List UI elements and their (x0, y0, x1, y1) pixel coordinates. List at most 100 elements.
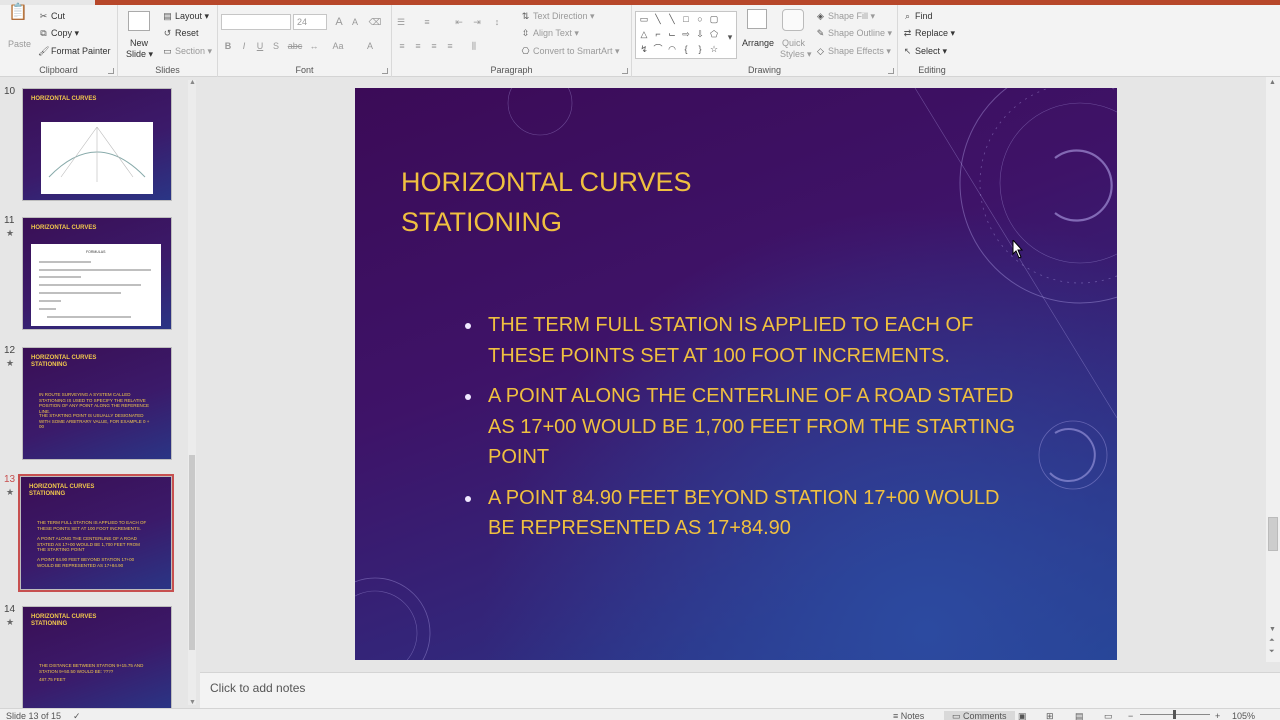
section-button[interactable]: ▭ Section ▾ (162, 45, 212, 57)
paragraph-launcher[interactable] (622, 68, 628, 74)
decrease-indent-icon[interactable]: ⇤ (452, 15, 466, 29)
clear-format-icon[interactable]: ⌫ (368, 15, 382, 29)
notes-pane[interactable]: Click to add notes (200, 672, 1280, 708)
font-color-button[interactable]: A (363, 39, 377, 53)
bold-button[interactable]: B (221, 39, 235, 53)
cut-button[interactable]: ✂ Cut (38, 10, 65, 22)
normal-view-icon[interactable]: ▣ (1018, 711, 1027, 720)
thumbnail-scrollbar-thumb[interactable] (189, 455, 195, 650)
slide-thumbnail-11[interactable]: HORIZONTAL CURVES FORMULAS (22, 217, 172, 330)
change-case-button[interactable]: Aa (328, 39, 348, 53)
font-name-input[interactable] (221, 14, 291, 30)
increase-indent-icon[interactable]: ⇥ (470, 15, 484, 29)
columns-icon[interactable]: ⫼ (467, 39, 481, 53)
quick-styles-label-2[interactable]: Styles ▾ (780, 48, 812, 60)
shadow-button[interactable]: S (269, 39, 283, 53)
line2-shape-icon[interactable]: ╲ (667, 14, 677, 24)
replace-button[interactable]: ⇄ Replace ▾ (902, 27, 955, 39)
shape-effects-button[interactable]: ◇ Shape Effects ▾ (815, 45, 891, 57)
layout-button[interactable]: ▤ Layout ▾ (162, 10, 209, 22)
slideshow-icon[interactable]: ▭ (1104, 711, 1113, 720)
paste-icon[interactable]: 📋 (8, 5, 28, 21)
more-shapes-icon[interactable]: ▾ (725, 32, 735, 42)
spell-check-icon[interactable]: ✓ (73, 711, 81, 720)
reading-view-icon[interactable]: ▤ (1075, 711, 1084, 720)
arrange-icon[interactable] (747, 9, 767, 29)
slide-canvas[interactable]: HORIZONTAL CURVES STATIONING THE TERM FU… (355, 88, 1117, 660)
underline-button[interactable]: U (253, 39, 267, 53)
zoom-level[interactable]: 105% (1232, 711, 1255, 720)
paste-button[interactable]: Paste (8, 38, 31, 50)
font-size-input[interactable]: 24 (293, 14, 327, 30)
down-arrow-shape-icon[interactable]: ⇩ (695, 29, 705, 39)
freeform-shape-icon[interactable]: ↯ (639, 44, 649, 54)
slide-vertical-scrollbar[interactable] (1266, 77, 1280, 662)
slide-thumbnail-10[interactable]: HORIZONTAL CURVES (22, 88, 172, 201)
slide-scrollbar-thumb[interactable] (1268, 517, 1278, 551)
connector-shape-icon[interactable]: ⌙ (667, 29, 677, 39)
new-slide-label-2[interactable]: Slide ▾ (126, 48, 153, 60)
pentagon-shape-icon[interactable]: ⬠ (709, 29, 719, 39)
justify-icon[interactable]: ≡ (443, 39, 457, 53)
next-slide-icon[interactable]: ⏷ (1269, 648, 1275, 656)
brace-right-shape-icon[interactable]: } (695, 44, 705, 54)
rounded-rect-shape-icon[interactable]: ▢ (709, 14, 719, 24)
copy-button[interactable]: ⧉ Copy ▾ (38, 27, 79, 39)
char-spacing-icon[interactable]: ↔ (307, 39, 321, 53)
slide-content-placeholder[interactable]: THE TERM FULL STATION IS APPLIED TO EACH… (463, 310, 1023, 554)
convert-smartart-button[interactable]: ⎔ Convert to SmartArt ▾ (520, 45, 620, 57)
strikethrough-button[interactable]: abc (285, 39, 305, 53)
slide-thumbnail-14[interactable]: HORIZONTAL CURVES STATIONING THE DISTANC… (22, 606, 172, 710)
clipboard-launcher[interactable] (108, 68, 114, 74)
line-shape-icon[interactable]: ╲ (653, 14, 663, 24)
slide-thumbnail-12[interactable]: HORIZONTAL CURVES STATIONING IN ROUTE SU… (22, 347, 172, 460)
scroll-down-icon[interactable]: ▼ (189, 699, 196, 706)
elbow-shape-icon[interactable]: ⌐ (653, 29, 663, 39)
star-shape-icon[interactable]: ☆ (709, 44, 719, 54)
new-slide-icon[interactable] (128, 11, 150, 31)
numbering-icon[interactable]: ≡ (420, 15, 434, 29)
drawing-launcher[interactable] (888, 68, 894, 74)
format-painter-button[interactable]: 🖌 Format Painter (38, 45, 111, 57)
align-left-icon[interactable]: ≡ (395, 39, 409, 53)
find-button[interactable]: ⌕ Find (902, 10, 933, 22)
line-spacing-icon[interactable]: ↕ (490, 15, 504, 29)
notes-placeholder[interactable]: Click to add notes (210, 681, 305, 695)
quick-styles-icon[interactable] (782, 9, 804, 31)
scroll-down-icon[interactable]: ▼ (1269, 626, 1276, 633)
scroll-up-icon[interactable]: ▲ (1269, 79, 1276, 86)
zoom-in-icon[interactable]: + (1215, 711, 1220, 720)
bullets-icon[interactable]: ☰ (394, 15, 408, 29)
zoom-slider-thumb[interactable] (1173, 710, 1176, 719)
shape-outline-button[interactable]: ✎ Shape Outline ▾ (815, 27, 892, 39)
align-right-icon[interactable]: ≡ (427, 39, 441, 53)
italic-button[interactable]: I (237, 39, 251, 53)
comments-toggle[interactable]: ▭ Comments (944, 711, 1015, 720)
triangle-shape-icon[interactable]: △ (639, 29, 649, 39)
select-button[interactable]: ↖ Select ▾ (902, 45, 947, 57)
arrange-button[interactable]: Arrange (742, 37, 774, 49)
grow-font-icon[interactable]: A (332, 15, 346, 29)
curve-shape-icon[interactable]: ⌒ (653, 44, 663, 54)
shrink-font-icon[interactable]: A (348, 15, 362, 29)
reset-button[interactable]: ↺ Reset (162, 27, 199, 39)
font-launcher[interactable] (382, 68, 388, 74)
previous-slide-icon[interactable]: ⏶ (1269, 637, 1275, 645)
rect-shape-icon[interactable]: □ (681, 14, 691, 24)
slide-sorter-icon[interactable]: ⊞ (1046, 711, 1054, 720)
notes-toggle[interactable]: ≡ Notes (893, 711, 924, 720)
right-arrow-shape-icon[interactable]: ⇨ (681, 29, 691, 39)
scroll-up-icon[interactable]: ▲ (189, 79, 196, 86)
zoom-out-icon[interactable]: − (1128, 711, 1133, 720)
shapes-gallery[interactable]: ▭ ╲ ╲ □ ○ ▢ △ ⌐ ⌙ ⇨ ⇩ ⬠ ↯ ⌒ ◠ { } ☆ ▾ (635, 11, 737, 59)
align-center-icon[interactable]: ≡ (411, 39, 425, 53)
arc-shape-icon[interactable]: ◠ (667, 44, 677, 54)
textbox-shape-icon[interactable]: ▭ (639, 14, 649, 24)
oval-shape-icon[interactable]: ○ (695, 14, 705, 24)
text-direction-button[interactable]: ⇅ Text Direction ▾ (520, 10, 595, 22)
slide-title[interactable]: HORIZONTAL CURVES STATIONING (401, 162, 761, 242)
clipboard-group: 📋 Paste ✂ Cut ⧉ Copy ▾ 🖌 Format Painter Cli… (0, 5, 118, 77)
brace-left-shape-icon[interactable]: { (681, 44, 691, 54)
align-text-button[interactable]: ⇳ Align Text ▾ (520, 27, 579, 39)
shape-fill-button[interactable]: ◈ Shape Fill ▾ (815, 10, 875, 22)
